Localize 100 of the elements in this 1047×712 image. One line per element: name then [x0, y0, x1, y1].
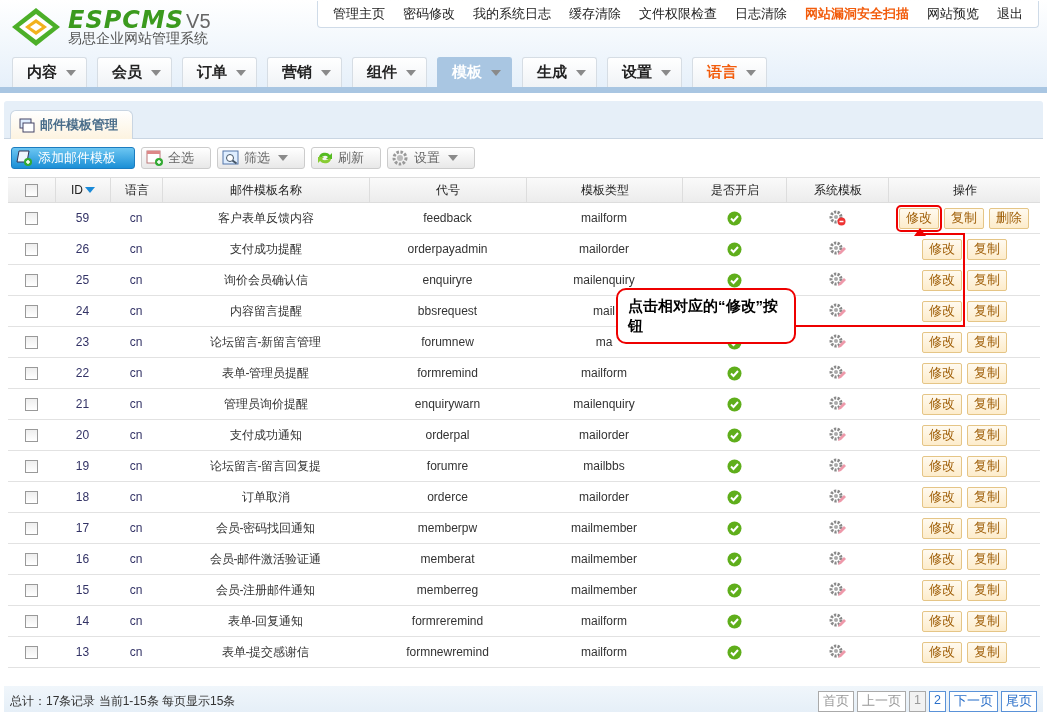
action-button[interactable]: 复制 — [966, 517, 1007, 539]
checkbox[interactable] — [25, 521, 38, 535]
nav-tab[interactable]: 生成 — [522, 57, 597, 87]
action-button[interactable]: 修改 — [899, 207, 939, 229]
panel-tab[interactable]: 邮件模板管理 — [10, 110, 133, 139]
table-cell: 17 — [75, 521, 90, 535]
column-header: 是否开启 — [682, 178, 786, 202]
action-button[interactable]: 复制 — [966, 486, 1007, 508]
checkbox[interactable] — [25, 183, 38, 197]
action-button[interactable]: 复制 — [966, 455, 1007, 477]
nav-tab[interactable]: 订单 — [182, 57, 257, 87]
action-button[interactable]: 修改 — [921, 331, 962, 353]
toolbar-button[interactable]: 刷新 — [311, 147, 381, 169]
top-link[interactable]: 文件权限检查 — [630, 5, 726, 23]
table-add-icon — [146, 150, 164, 166]
action-button[interactable]: 修改 — [921, 269, 962, 291]
action-button[interactable]: 复制 — [966, 641, 1007, 663]
pagination-link[interactable]: 下一页 — [949, 690, 998, 712]
action-button[interactable]: 修改 — [921, 362, 962, 384]
table-cell: 14 — [75, 614, 90, 628]
top-link[interactable]: 我的系统日志 — [464, 5, 560, 23]
action-button[interactable]: 复制 — [966, 610, 1007, 632]
nav-tab[interactable]: 组件 — [352, 57, 427, 87]
top-link[interactable]: 缓存清除 — [560, 5, 630, 23]
table-cell: cn — [129, 242, 143, 256]
nav-tab[interactable]: 语言 — [692, 57, 767, 87]
checkbox[interactable] — [25, 583, 38, 597]
table-cell: cn — [129, 583, 143, 597]
checkbox[interactable] — [25, 459, 38, 473]
checkbox[interactable] — [25, 428, 38, 442]
action-button[interactable]: 复制 — [966, 362, 1007, 384]
top-link[interactable]: 网站预览 — [918, 5, 988, 23]
table-cell: 25 — [75, 273, 90, 287]
action-button[interactable]: 修改 — [921, 300, 962, 322]
action-button[interactable]: 复制 — [966, 548, 1007, 570]
window-icon — [19, 117, 35, 133]
nav-tab[interactable]: 设置 — [607, 57, 682, 87]
action-button[interactable]: 复制 — [966, 238, 1007, 260]
caret-icon — [278, 155, 288, 161]
checkbox[interactable] — [25, 552, 38, 566]
checkbox[interactable] — [25, 335, 38, 349]
top-link[interactable]: 管理主页 — [324, 5, 394, 23]
checkbox[interactable] — [25, 614, 38, 628]
checkbox[interactable] — [25, 304, 38, 318]
toolbar-button[interactable]: 筛选 — [217, 147, 305, 169]
toolbar-button[interactable]: 全选 — [141, 147, 211, 169]
checkbox[interactable] — [25, 366, 38, 380]
table-cell: 表单-回复通知 — [227, 612, 304, 630]
action-button[interactable]: 修改 — [921, 455, 962, 477]
action-button[interactable]: 修改 — [921, 424, 962, 446]
action-button[interactable]: 复制 — [966, 269, 1007, 291]
nav-tab[interactable]: 内容 — [12, 57, 87, 87]
checkbox[interactable] — [25, 645, 38, 659]
refresh-icon — [316, 150, 334, 166]
checkbox[interactable] — [25, 242, 38, 256]
top-link[interactable]: 网站漏洞安全扫描 — [796, 5, 918, 23]
action-button[interactable]: 复制 — [966, 424, 1007, 446]
checkbox[interactable] — [25, 397, 38, 411]
action-button[interactable]: 删除 — [989, 207, 1029, 229]
action-button[interactable]: 复制 — [966, 331, 1007, 353]
action-button[interactable]: 复制 — [966, 579, 1007, 601]
action-button[interactable]: 复制 — [966, 393, 1007, 415]
action-button[interactable]: 修改 — [921, 486, 962, 508]
action-button[interactable]: 修改 — [921, 517, 962, 539]
nav-tab[interactable]: 营销 — [267, 57, 342, 87]
caret-icon — [321, 69, 331, 76]
table-cell: orderce — [427, 490, 468, 504]
action-button[interactable]: 修改 — [921, 641, 962, 663]
pagination-link[interactable]: 尾页 — [1001, 690, 1037, 712]
top-link[interactable]: 退出 — [988, 5, 1032, 23]
pagination-link[interactable]: 1 — [909, 690, 927, 712]
toolbar-button[interactable]: 设置 — [387, 147, 475, 169]
checkbox[interactable] — [25, 211, 38, 225]
column-header: 操作 — [888, 178, 1040, 202]
top-link[interactable]: 密码修改 — [394, 5, 464, 23]
table-cell: 支付成功提醒 — [229, 240, 302, 258]
table-cell: mailform — [581, 366, 627, 380]
toolbar-button[interactable]: 添加邮件模板 — [11, 147, 135, 169]
pagination-link[interactable]: 2 — [929, 690, 946, 712]
top-link[interactable]: 日志清除 — [726, 5, 796, 23]
magnifier-window-icon — [222, 150, 240, 166]
checkbox[interactable] — [25, 490, 38, 504]
action-button[interactable]: 修改 — [921, 579, 962, 601]
action-button[interactable]: 修改 — [921, 238, 962, 260]
column-header[interactable]: ID — [55, 178, 110, 202]
nav-tab[interactable]: 会员 — [97, 57, 172, 87]
action-button[interactable]: 复制 — [966, 300, 1007, 322]
action-button[interactable]: 修改 — [921, 393, 962, 415]
action-button[interactable]: 复制 — [944, 207, 984, 229]
table-cell: 23 — [75, 335, 90, 349]
caret-icon — [491, 69, 501, 76]
table-cell: formnewremind — [406, 645, 489, 659]
action-button[interactable]: 修改 — [921, 610, 962, 632]
table-cell: cn — [129, 335, 143, 349]
table-cell: 21 — [75, 397, 90, 411]
table-cell: ma — [595, 335, 613, 349]
table-cell: 订单取消 — [241, 488, 290, 506]
table-cell: feedback — [423, 211, 472, 225]
action-button[interactable]: 修改 — [921, 548, 962, 570]
checkbox[interactable] — [25, 273, 38, 287]
